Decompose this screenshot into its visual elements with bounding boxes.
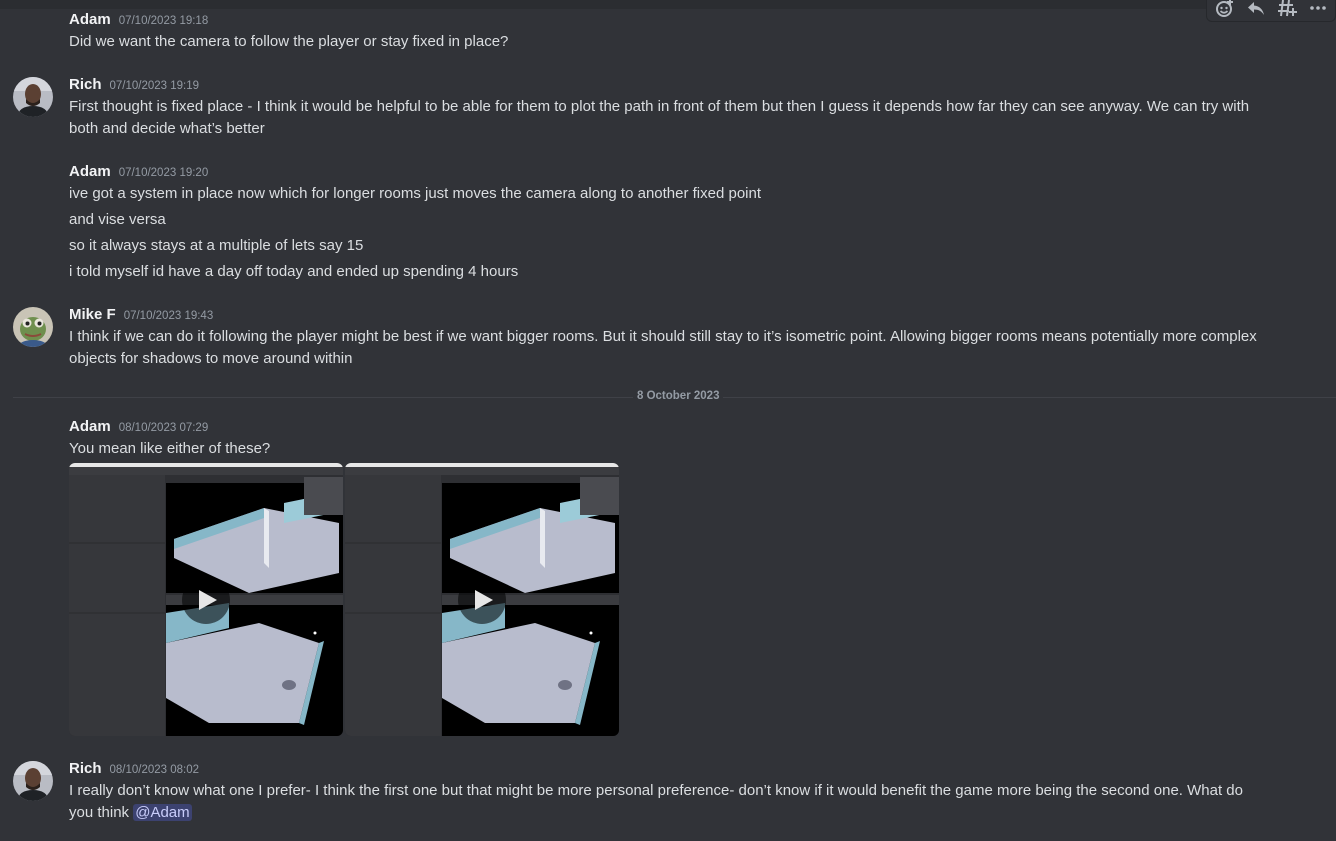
add-reaction-icon[interactable] <box>1213 0 1237 20</box>
message-text: and vise versa <box>69 211 166 228</box>
message-text: so it always stays at a multiple of lets… <box>69 237 364 254</box>
timestamp[interactable]: 07/10/2023 19:43 <box>124 310 214 322</box>
timestamp[interactable]: 07/10/2023 19:20 <box>119 167 209 179</box>
message-text-line: you think @Adam <box>69 802 1314 824</box>
avatar[interactable] <box>13 307 53 347</box>
message-header: Adam 07/10/2023 19:20 <box>69 163 208 180</box>
message-text: Did we want the camera to follow the pla… <box>69 33 509 50</box>
more-icon[interactable] <box>1306 0 1330 20</box>
username[interactable]: Mike F <box>69 306 116 323</box>
message-text: both and decide what’s better <box>69 120 265 137</box>
message-header: Rich 08/10/2023 08:02 <box>69 760 199 777</box>
timestamp[interactable]: 08/10/2023 08:02 <box>110 764 200 776</box>
message-header: Adam 08/10/2023 07:29 <box>69 418 208 435</box>
user-mention[interactable]: @Adam <box>133 804 192 821</box>
message-text: you think <box>69 804 134 821</box>
message-header: Rich 07/10/2023 19:19 <box>69 76 199 93</box>
username[interactable]: Rich <box>69 76 102 93</box>
create-thread-icon[interactable] <box>1275 0 1299 20</box>
timestamp[interactable]: 08/10/2023 07:29 <box>119 422 209 434</box>
message-text: First thought is fixed place - I think i… <box>69 98 1250 115</box>
username[interactable]: Adam <box>69 11 111 28</box>
message-text: i told myself id have a day off today an… <box>69 263 519 280</box>
message-header: Mike F 07/10/2023 19:43 <box>69 306 213 323</box>
channel-top-edge <box>0 0 1336 9</box>
message-text: I think if we can do it following the pl… <box>69 328 1257 345</box>
avatar[interactable] <box>13 761 53 801</box>
username[interactable]: Adam <box>69 418 111 435</box>
message-header: Adam 07/10/2023 19:18 <box>69 11 208 28</box>
video-attachment[interactable] <box>69 463 343 736</box>
timestamp[interactable]: 07/10/2023 19:18 <box>119 15 209 27</box>
message-text: ive got a system in place now which for … <box>69 185 762 202</box>
message-hover-toolbar <box>1206 0 1336 22</box>
reply-icon[interactable] <box>1244 0 1268 20</box>
timestamp[interactable]: 07/10/2023 19:19 <box>110 80 200 92</box>
video-attachment[interactable] <box>345 463 619 736</box>
message-text: You mean like either of these? <box>69 440 271 457</box>
avatar[interactable] <box>13 77 53 117</box>
username[interactable]: Adam <box>69 163 111 180</box>
message-text: I really don’t know what one I prefer- I… <box>69 782 1243 799</box>
username[interactable]: Rich <box>69 760 102 777</box>
date-divider-label: 8 October 2023 <box>633 390 724 402</box>
message-text: objects for shadows to move around withi… <box>69 350 353 367</box>
